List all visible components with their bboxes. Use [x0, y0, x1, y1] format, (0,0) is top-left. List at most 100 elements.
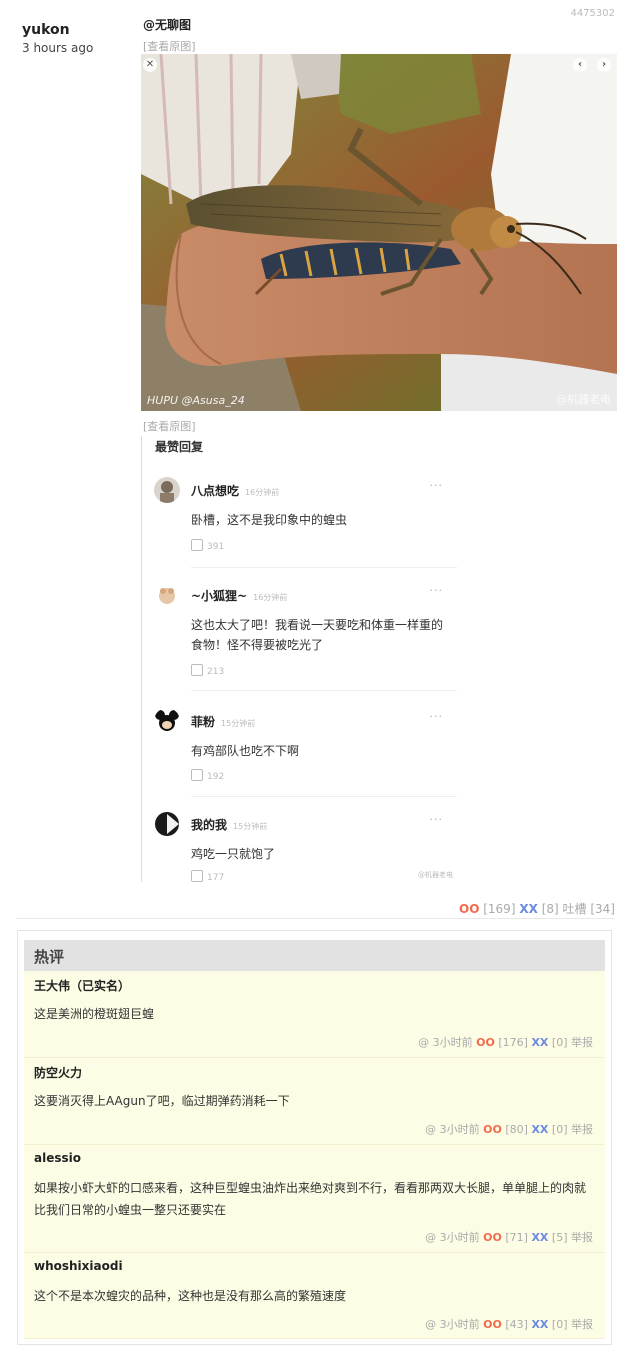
reply-text: 卧槽，这不是我印象中的蝗虫 — [191, 513, 348, 527]
comment-time: 3小时前 — [439, 1318, 480, 1331]
divider — [191, 690, 457, 691]
post-vote-bar: OO [169] XX [8] 吐槽 [34] — [459, 900, 615, 917]
screenshot-title: 最赞回复 — [155, 440, 204, 454]
post-time: 3 hours ago — [22, 41, 94, 55]
comment-text: 这要消灭得上AAgun了吧，临过期弹药消耗一下 — [34, 1094, 290, 1108]
comment-time: 3小时前 — [432, 1036, 473, 1049]
hot-comment: 防空火力 这要消灭得上AAgun了吧，临过期弹药消耗一下 @ 3小时前 OO [… — [24, 1058, 605, 1145]
xx-count: [0] — [551, 1123, 568, 1136]
comment-time: 3小时前 — [439, 1123, 480, 1136]
xx-button[interactable]: XX — [531, 1123, 548, 1136]
comment-meta: @ 3小时前 OO [176] XX [0] 举报 — [418, 1034, 593, 1050]
report-link[interactable]: 举报 — [571, 1123, 593, 1136]
oo-button[interactable]: OO — [459, 902, 479, 916]
report-link[interactable]: 举报 — [571, 1036, 593, 1049]
avatar — [154, 811, 180, 837]
reply-at-link[interactable]: @ — [425, 1123, 436, 1136]
reply-text: 鸡吃一只就饱了 — [191, 847, 276, 861]
reply-text: 有鸡部队也吃不下啊 — [191, 744, 300, 758]
oo-button[interactable]: OO — [476, 1036, 495, 1049]
comment-meta: @ 3小时前 OO [80] XX [0] 举报 — [425, 1121, 593, 1137]
thumbs-up-icon — [191, 539, 203, 551]
comment-author[interactable]: 防空火力 — [34, 1064, 82, 1081]
chevron-right-icon[interactable]: › — [597, 58, 611, 72]
hot-comments-panel: 热评 王大伟（已实名） 这是美洲的橙斑翅巨蝗 @ 3小时前 OO [176] X… — [17, 930, 612, 1345]
comment-author[interactable]: 王大伟（已实名） — [34, 977, 130, 994]
xx-count: [0] — [551, 1036, 568, 1049]
comment-time: 3小时前 — [439, 1231, 480, 1244]
view-original-link[interactable]: [查看原图] — [143, 418, 196, 434]
reply-author: 菲粉 15分钟前 — [191, 715, 256, 729]
hot-comments-title: 热评 — [24, 940, 605, 971]
reply-card: 菲粉 15分钟前 ··· 有鸡部队也吃不下啊 192 — [154, 708, 457, 808]
reply-card: 八点想吃 16分钟前 ··· 卧槽，这不是我印象中的蝗虫 391 — [154, 477, 457, 577]
oo-button[interactable]: OO — [483, 1318, 502, 1331]
comment-text: 这是美洲的橙斑翅巨蝗 — [34, 1007, 155, 1021]
divider — [16, 918, 615, 919]
xx-button[interactable]: XX — [531, 1036, 548, 1049]
reply-text: 这也太大了吧！我看说一天要吃和体重一样重的食物！怪不得要被吃光了 — [191, 618, 444, 652]
oo-count: [169] — [483, 902, 516, 916]
avatar — [154, 582, 180, 608]
post-id: 4475302 — [570, 8, 615, 19]
comment-author[interactable]: whoshixiaodi — [34, 1259, 123, 1273]
like-count: 213 — [191, 664, 224, 677]
more-icon: ··· — [429, 584, 443, 597]
thumbs-up-icon — [191, 870, 203, 882]
post-image[interactable]: ✕ ‹ › HUPU @Asusa_24 @机器老电 — [141, 54, 617, 411]
comment-text: 如果按小虾大虾的口感来看，这种巨型蝗虫油炸出来绝对爽到不行，看看那两双大长腿，单… — [34, 1181, 587, 1217]
chevron-left-icon[interactable]: ‹ — [573, 58, 587, 72]
reply-card: ~小狐狸~ 16分钟前 ··· 这也太大了吧！我看说一天要吃和体重一样重的食物！怪… — [154, 582, 457, 702]
report-link[interactable]: 举报 — [571, 1318, 593, 1331]
weibo-watermark: @机器老电 — [418, 871, 453, 879]
reply-at-link[interactable]: @ — [418, 1036, 429, 1049]
xx-count: [5] — [551, 1231, 568, 1244]
report-link[interactable]: 举报 — [571, 1231, 593, 1244]
mention-link[interactable]: @无聊图 — [143, 16, 191, 33]
xx-button[interactable]: XX — [531, 1231, 548, 1244]
like-count: 391 — [191, 539, 224, 552]
more-icon: ··· — [429, 813, 443, 826]
oo-button[interactable]: OO — [483, 1123, 502, 1136]
divider — [191, 567, 457, 568]
oo-button[interactable]: OO — [483, 1231, 502, 1244]
image-watermark-right: @机器老电 — [556, 393, 611, 406]
reply-card: 我的我 15分钟前 ··· 鸡吃一只就饱了 177 — [154, 811, 457, 882]
xx-button[interactable]: XX — [519, 902, 538, 916]
thumbs-up-icon — [191, 769, 203, 781]
comment-meta: @ 3小时前 OO [71] XX [5] 举报 — [425, 1229, 593, 1245]
oo-count: [71] — [505, 1231, 528, 1244]
avatar — [154, 477, 180, 503]
more-icon: ··· — [429, 710, 443, 723]
reply-author: 八点想吃 16分钟前 — [191, 484, 280, 498]
hot-comment: 王大伟（已实名） 这是美洲的橙斑翅巨蝗 @ 3小时前 OO [176] XX [… — [24, 971, 605, 1058]
oo-count: [43] — [505, 1318, 528, 1331]
close-icon[interactable]: ✕ — [143, 58, 157, 72]
xx-count: [8] — [541, 902, 559, 916]
like-count: 192 — [191, 769, 224, 782]
oo-count: [80] — [505, 1123, 528, 1136]
more-icon: ··· — [429, 479, 443, 492]
tucao-link[interactable]: 吐槽 — [563, 902, 587, 916]
reply-at-link[interactable]: @ — [425, 1231, 436, 1244]
comment-meta: @ 3小时前 OO [43] XX [0] 举报 — [425, 1316, 593, 1332]
hot-comment: alessio 如果按小虾大虾的口感来看，这种巨型蝗虫油炸出来绝对爽到不行，看看… — [24, 1145, 605, 1253]
reply-author: 我的我 15分钟前 — [191, 818, 268, 832]
oo-count: [176] — [498, 1036, 528, 1049]
divider — [191, 796, 457, 797]
view-original-link[interactable]: [查看原图] — [143, 38, 196, 54]
reply-at-link[interactable]: @ — [425, 1318, 436, 1331]
like-count: 177 — [191, 870, 224, 882]
comment-text: 这个不是本次蝗灾的品种，这种也是没有那么高的繁殖速度 — [34, 1289, 347, 1303]
hot-comment: whoshixiaodi 这个不是本次蝗灾的品种，这种也是没有那么高的繁殖速度 … — [24, 1253, 605, 1339]
tucao-count: [34] — [590, 902, 615, 916]
comment-author[interactable]: alessio — [34, 1151, 81, 1165]
embedded-screenshot[interactable]: 最赞回复 八点想吃 16分钟前 ··· 卧槽，这不是我印象中的蝗虫 391 ~小狐… — [141, 436, 461, 882]
avatar — [154, 708, 180, 734]
image-watermark-left: HUPU @Asusa_24 — [147, 394, 245, 407]
xx-count: [0] — [551, 1318, 568, 1331]
thumbs-up-icon — [191, 664, 203, 676]
author-name[interactable]: yukon — [22, 22, 70, 38]
reply-author: ~小狐狸~ 16分钟前 — [191, 589, 288, 603]
xx-button[interactable]: XX — [531, 1318, 548, 1331]
